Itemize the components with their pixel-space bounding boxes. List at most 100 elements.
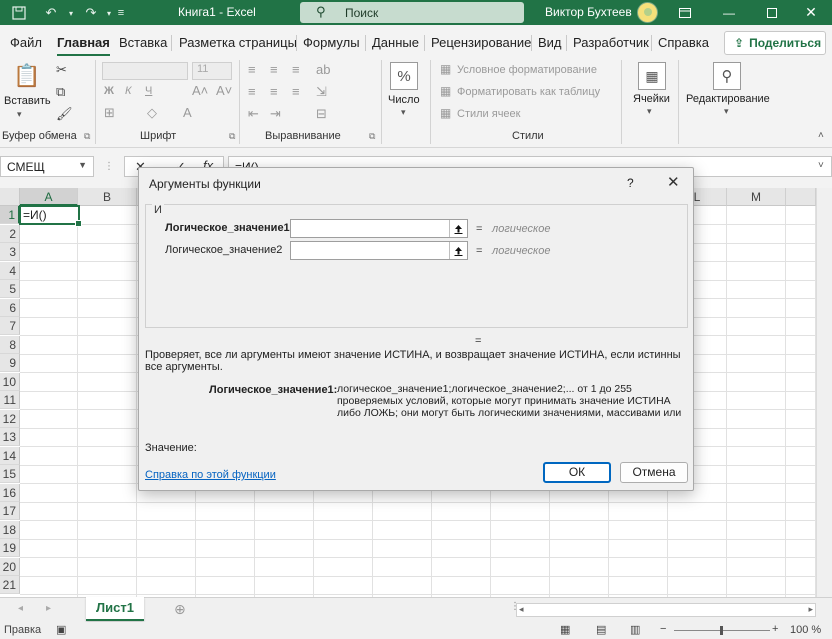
tab-developer[interactable]: Разработчик — [573, 35, 649, 50]
arg2-collapse-icon[interactable] — [449, 242, 467, 259]
search-box[interactable]: ⚲ Поиск — [300, 2, 524, 23]
clipboard-launcher-icon[interactable]: ⧉ — [84, 131, 90, 142]
horizontal-scrollbar[interactable]: ◂ ▸ — [516, 603, 816, 617]
ok-button[interactable]: ОК — [543, 462, 611, 483]
align-center-icon[interactable]: ≡ — [270, 84, 278, 99]
row-header-1[interactable]: 1 — [0, 206, 20, 224]
font-color-icon[interactable]: A — [183, 105, 192, 120]
dialog-help-button[interactable]: ? — [627, 176, 634, 190]
scroll-left-icon[interactable]: ◂ — [519, 604, 524, 615]
name-box[interactable]: СМЕЩ ▼ — [0, 156, 94, 177]
fill-color-icon[interactable]: ◇ — [147, 105, 157, 121]
align-bottom-icon[interactable]: ≡ — [292, 62, 300, 77]
add-sheet-icon[interactable]: ⊕ — [174, 601, 186, 618]
number-dropdown-icon[interactable]: ▾ — [401, 107, 406, 118]
alignment-launcher-icon[interactable]: ⧉ — [369, 131, 375, 142]
collapse-ribbon-icon[interactable]: ˄ — [818, 130, 824, 141]
row-header-2[interactable]: 2 — [0, 224, 20, 243]
paste-label[interactable]: Вставить — [4, 95, 51, 107]
wrap-text-icon[interactable]: ⇲ — [316, 84, 327, 100]
name-box-dropdown-icon[interactable]: ▼ — [78, 160, 87, 170]
find-icon[interactable]: ⚲ — [713, 62, 741, 90]
cancel-button[interactable]: Отмена — [620, 462, 688, 483]
undo-dropdown-icon[interactable]: ▾ — [62, 4, 80, 22]
format-painter-icon[interactable]: 🖌 — [56, 106, 73, 122]
underline-button[interactable]: Ч — [145, 85, 152, 97]
cells-label[interactable]: Ячейки — [633, 93, 670, 105]
font-size-dropdown[interactable]: 11 — [192, 62, 232, 80]
column-header-m[interactable]: M — [727, 188, 786, 206]
tab-page-layout[interactable]: Разметка страницы — [179, 35, 297, 50]
share-button[interactable]: ⇪ Поделиться — [724, 31, 826, 55]
cells-dropdown-icon[interactable]: ▾ — [647, 106, 652, 117]
avatar[interactable] — [637, 2, 658, 23]
bold-button[interactable]: Ж — [104, 85, 114, 97]
paste-icon[interactable]: 📋 — [13, 62, 41, 90]
row-header-9[interactable]: 9 — [0, 354, 20, 372]
orientation-icon[interactable]: ab — [316, 62, 330, 77]
row-header-6[interactable]: 6 — [0, 298, 20, 317]
zoom-slider-thumb[interactable] — [720, 626, 723, 635]
row-header-17[interactable]: 17 — [0, 502, 20, 520]
font-name-dropdown[interactable] — [102, 62, 188, 80]
conditional-format-button[interactable]: Условное форматирование — [457, 64, 597, 76]
editing-label[interactable]: Редактирование — [686, 93, 770, 105]
row-header-20[interactable]: 20 — [0, 557, 20, 576]
format-table-icon[interactable]: ▦ — [440, 84, 451, 98]
normal-view-icon[interactable]: ▦ — [560, 623, 570, 636]
column-header-n[interactable] — [786, 188, 816, 206]
decrease-indent-icon[interactable]: ⇤ — [248, 106, 259, 122]
tab-review[interactable]: Рецензирование — [431, 35, 531, 50]
cells-icon[interactable]: ▦ — [638, 62, 666, 90]
page-break-view-icon[interactable]: ▥ — [630, 623, 640, 636]
cut-icon[interactable]: ✂ — [56, 62, 67, 78]
prev-sheet-icon[interactable]: ◂ — [18, 603, 23, 614]
active-cell-a1[interactable]: =И() — [19, 205, 82, 227]
maximize-button[interactable] — [749, 0, 795, 25]
column-header-a[interactable]: A — [20, 188, 78, 206]
shrink-font-icon[interactable]: A˅ — [216, 83, 232, 98]
redo-icon[interactable]: ↷ — [82, 4, 100, 22]
column-header-b[interactable]: B — [78, 188, 137, 206]
row-header-13[interactable]: 13 — [0, 428, 20, 446]
tab-help[interactable]: Справка — [658, 35, 709, 50]
tab-data[interactable]: Данные — [372, 35, 419, 50]
vertical-scrollbar[interactable] — [816, 188, 832, 597]
scroll-right-icon[interactable]: ▸ — [808, 604, 813, 615]
align-top-icon[interactable]: ≡ — [248, 62, 256, 77]
borders-icon[interactable]: ⊞ — [104, 105, 115, 121]
cell-styles-button[interactable]: Стили ячеек — [457, 108, 520, 120]
cell-styles-icon[interactable]: ▦ — [440, 106, 451, 120]
grow-font-icon[interactable]: A˄ — [192, 83, 208, 98]
number-label[interactable]: Число — [388, 94, 420, 106]
font-launcher-icon[interactable]: ⧉ — [229, 131, 235, 142]
align-right-icon[interactable]: ≡ — [292, 84, 300, 99]
row-header-11[interactable]: 11 — [0, 391, 20, 409]
row-header-8[interactable]: 8 — [0, 335, 20, 354]
next-sheet-icon[interactable]: ▸ — [46, 603, 51, 614]
select-all-button[interactable] — [0, 188, 20, 206]
paste-dropdown-icon[interactable]: ▾ — [17, 109, 22, 120]
align-left-icon[interactable]: ≡ — [248, 84, 256, 99]
arg1-collapse-icon[interactable] — [449, 220, 467, 237]
row-header-7[interactable]: 7 — [0, 317, 20, 335]
align-middle-icon[interactable]: ≡ — [270, 62, 278, 77]
format-as-table-button[interactable]: Форматировать как таблицу — [457, 86, 600, 98]
save-icon[interactable] — [10, 4, 28, 22]
row-header-3[interactable]: 3 — [0, 243, 20, 261]
tab-formulas[interactable]: Формулы — [303, 35, 360, 50]
close-button[interactable]: ✕ — [790, 0, 832, 25]
conditional-format-icon[interactable]: ▦ — [440, 62, 451, 76]
accessibility-icon[interactable]: ▣ — [56, 623, 66, 636]
tab-file[interactable]: Файл — [10, 35, 42, 50]
arg2-input[interactable] — [290, 241, 468, 260]
row-header-10[interactable]: 10 — [0, 372, 20, 391]
minimize-button[interactable]: — — [706, 0, 752, 25]
italic-button[interactable]: К — [125, 85, 131, 97]
page-layout-view-icon[interactable]: ▤ — [596, 623, 606, 636]
sheet-tab-list1[interactable]: Лист1 — [86, 597, 144, 621]
row-header-4[interactable]: 4 — [0, 261, 20, 280]
row-header-18[interactable]: 18 — [0, 520, 20, 539]
zoom-level[interactable]: 100 % — [790, 624, 821, 636]
row-header-19[interactable]: 19 — [0, 539, 20, 557]
